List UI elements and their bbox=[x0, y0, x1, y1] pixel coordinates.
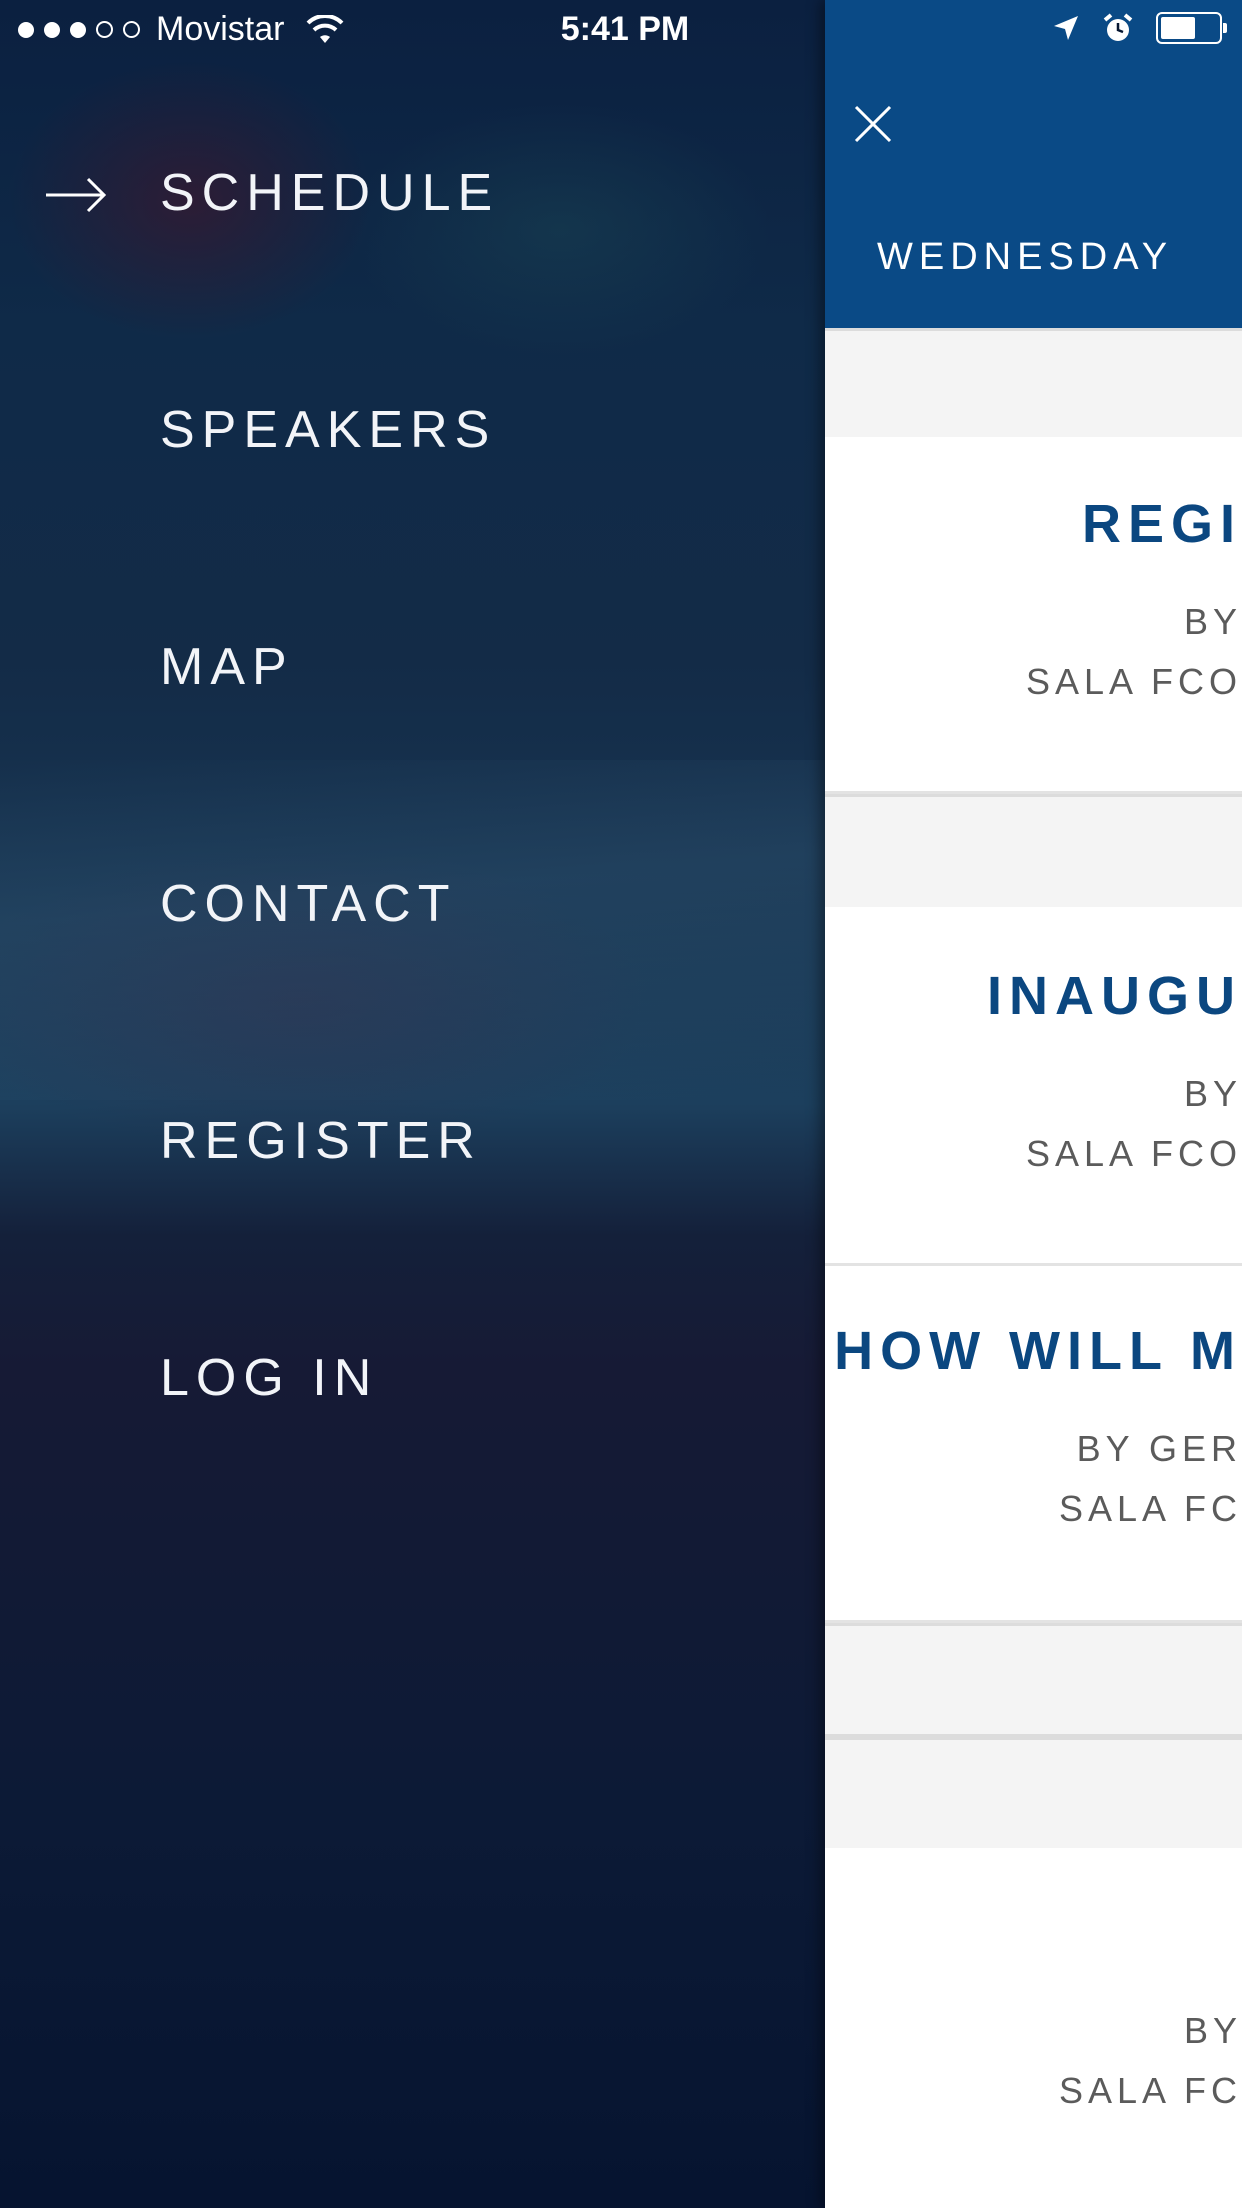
battery-tip bbox=[1223, 23, 1227, 33]
session-speaker: BY bbox=[1183, 1073, 1242, 1114]
session-title: REGI bbox=[1081, 494, 1242, 554]
session-room: SALA FC bbox=[1058, 2070, 1242, 2111]
menu-item-log-in[interactable]: LOG IN bbox=[160, 1338, 378, 1418]
time-separator bbox=[825, 328, 1242, 440]
time-separator bbox=[825, 794, 1242, 910]
session-speaker: BY bbox=[1183, 601, 1242, 642]
session-card[interactable]: BY SALA FC bbox=[825, 1848, 1242, 2208]
battery-icon bbox=[1156, 12, 1227, 44]
session-title: HOW WILL M bbox=[834, 1321, 1242, 1381]
session-speaker: BY bbox=[1183, 2010, 1242, 2051]
menu-item-speakers[interactable]: SPEAKERS bbox=[160, 390, 496, 470]
close-icon[interactable] bbox=[853, 104, 893, 144]
menu-item-schedule[interactable]: SCHEDULE bbox=[160, 153, 499, 233]
session-card[interactable]: HOW WILL M BY GER SALA FC bbox=[825, 1266, 1242, 1623]
battery-level bbox=[1161, 17, 1195, 39]
menu-item-map[interactable]: MAP bbox=[160, 627, 294, 707]
session-room: SALA FCO bbox=[1025, 1133, 1242, 1174]
session-card[interactable]: REGI BY SALA FCO bbox=[825, 437, 1242, 794]
time-separator bbox=[825, 1623, 1242, 1737]
status-bar: Movistar 5:41 PM bbox=[0, 0, 1242, 60]
status-right bbox=[1052, 12, 1227, 44]
alarm-clock-icon bbox=[1103, 13, 1133, 41]
time-separator bbox=[825, 1737, 1242, 1851]
session-title: INAUGU bbox=[987, 966, 1242, 1026]
menu-item-contact[interactable]: CONTACT bbox=[160, 864, 456, 944]
menu-item-register[interactable]: REGISTER bbox=[160, 1101, 482, 1181]
session-room: SALA FCO bbox=[1025, 661, 1242, 702]
right-arrow-icon bbox=[46, 177, 107, 213]
tab-wednesday[interactable]: WEDNESDAY bbox=[877, 236, 1173, 279]
location-arrow-icon bbox=[1054, 16, 1078, 40]
session-room: SALA FC bbox=[1058, 1488, 1242, 1529]
schedule-panel: WEDNESDAY REGI BY SALA FCO INAUGU BY SAL… bbox=[825, 0, 1242, 2208]
session-speaker: BY GER bbox=[1076, 1428, 1242, 1469]
session-card[interactable]: INAUGU BY SALA FCO bbox=[825, 907, 1242, 1266]
